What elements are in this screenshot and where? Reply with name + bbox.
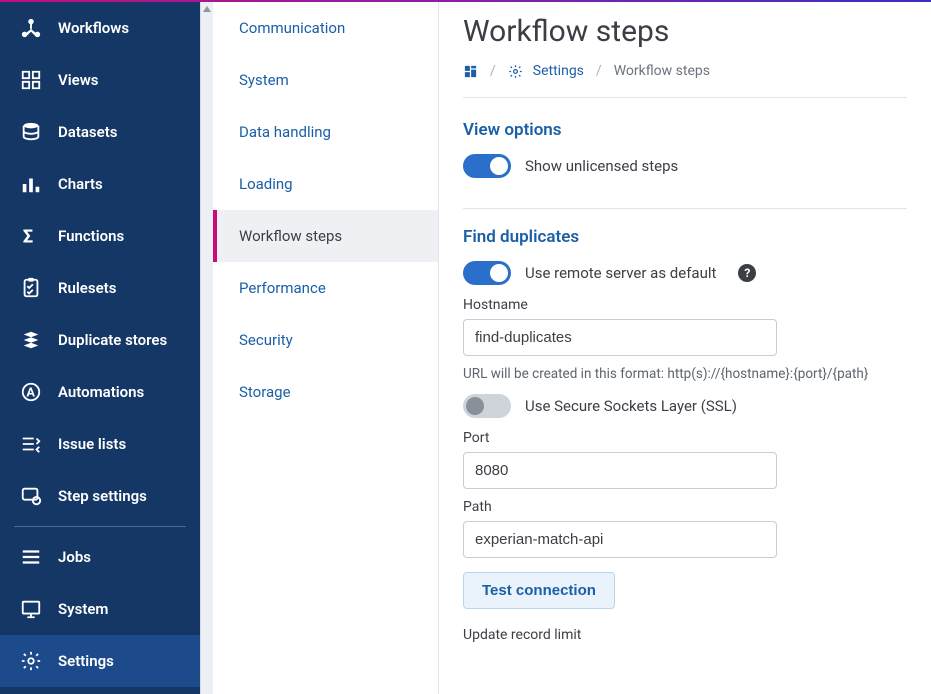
settings-tab-data-handling[interactable]: Data handling bbox=[213, 106, 438, 158]
sidebar-item-functions[interactable]: Σ Functions bbox=[0, 210, 200, 262]
issue-lists-icon bbox=[20, 433, 42, 455]
main-content: Workflow steps / Settings / Workflow ste… bbox=[439, 2, 931, 694]
sidebar-item-label: Charts bbox=[58, 175, 103, 193]
settings-tab-label: Storage bbox=[239, 383, 291, 401]
scroll-up-arrow-icon bbox=[203, 6, 211, 12]
gear-icon bbox=[508, 64, 523, 79]
charts-icon bbox=[20, 173, 42, 195]
settings-tab-label: Communication bbox=[239, 19, 345, 37]
sidebar-item-issue-lists[interactable]: Issue lists bbox=[0, 418, 200, 470]
toggle-ssl[interactable] bbox=[463, 394, 511, 418]
sidebar-item-automations[interactable]: A Automations bbox=[0, 366, 200, 418]
port-label: Port bbox=[463, 430, 907, 446]
sidebar-item-label: Issue lists bbox=[58, 435, 126, 453]
svg-text:Σ: Σ bbox=[23, 226, 33, 247]
settings-icon bbox=[20, 650, 42, 672]
sidebar-item-views[interactable]: Views bbox=[0, 54, 200, 106]
svg-text:A: A bbox=[26, 386, 35, 401]
system-icon bbox=[20, 598, 42, 620]
settings-tab-performance[interactable]: Performance bbox=[213, 262, 438, 314]
sidebar-item-step-settings[interactable]: Step settings bbox=[0, 470, 200, 522]
sidebar-item-label: Functions bbox=[58, 227, 124, 245]
views-icon bbox=[20, 69, 42, 91]
settings-tab-label: Performance bbox=[239, 279, 326, 297]
help-icon[interactable]: ? bbox=[738, 264, 756, 282]
functions-icon: Σ bbox=[20, 225, 42, 247]
path-input[interactable] bbox=[463, 521, 777, 558]
settings-tab-label: Security bbox=[239, 331, 293, 349]
settings-tab-label: Data handling bbox=[239, 123, 331, 141]
settings-tab-workflow-steps[interactable]: Workflow steps bbox=[213, 210, 438, 262]
automations-icon: A bbox=[20, 381, 42, 403]
secondary-sidebar: Communication System Data handling Loadi… bbox=[213, 2, 439, 694]
sidebar-item-label: Views bbox=[58, 71, 99, 89]
sidebar-item-label: Workflows bbox=[58, 19, 129, 37]
sidebar-item-label: Duplicate stores bbox=[58, 331, 167, 349]
toggle-show-unlicensed[interactable] bbox=[463, 154, 511, 178]
duplicate-stores-icon bbox=[20, 329, 42, 351]
primary-sidebar: Workflows Views Datasets Charts Σ Functi… bbox=[0, 2, 200, 694]
step-settings-icon bbox=[20, 485, 42, 507]
sidebar-item-workflows[interactable]: Workflows bbox=[0, 2, 200, 54]
breadcrumb-current: Workflow steps bbox=[614, 63, 710, 79]
sidebar-item-rulesets[interactable]: Rulesets bbox=[0, 262, 200, 314]
settings-tab-storage[interactable]: Storage bbox=[213, 366, 438, 418]
breadcrumb-separator: / bbox=[490, 63, 496, 79]
sidebar-divider bbox=[14, 526, 186, 527]
page-title: Workflow steps bbox=[463, 14, 907, 49]
section-title-view-options: View options bbox=[463, 120, 907, 140]
section-title-find-duplicates: Find duplicates bbox=[463, 227, 907, 247]
breadcrumb: / Settings / Workflow steps bbox=[463, 63, 907, 98]
sidebar-item-settings[interactable]: Settings bbox=[0, 635, 200, 687]
toggle-label-remote-default: Use remote server as default bbox=[525, 264, 716, 282]
workflows-icon bbox=[20, 17, 42, 39]
settings-tab-label: Loading bbox=[239, 175, 293, 193]
toggle-label-ssl: Use Secure Sockets Layer (SSL) bbox=[525, 397, 737, 415]
sidebar-item-label: Rulesets bbox=[58, 279, 116, 297]
test-connection-button[interactable]: Test connection bbox=[463, 572, 615, 609]
sidebar-item-charts[interactable]: Charts bbox=[0, 158, 200, 210]
sidebar-item-datasets[interactable]: Datasets bbox=[0, 106, 200, 158]
section-find-duplicates: Find duplicates Use remote server as def… bbox=[463, 227, 907, 643]
rulesets-icon bbox=[20, 277, 42, 299]
settings-tab-label: System bbox=[239, 71, 289, 89]
datasets-icon bbox=[20, 121, 42, 143]
hostname-label: Hostname bbox=[463, 297, 907, 313]
settings-tab-system[interactable]: System bbox=[213, 54, 438, 106]
settings-tab-security[interactable]: Security bbox=[213, 314, 438, 366]
dashboard-icon[interactable] bbox=[463, 64, 478, 79]
toggle-label-show-unlicensed: Show unlicensed steps bbox=[525, 157, 678, 175]
primary-sidebar-scrollbar[interactable] bbox=[200, 2, 213, 694]
toggle-remote-default[interactable] bbox=[463, 261, 511, 285]
sidebar-item-system[interactable]: System bbox=[0, 583, 200, 635]
sidebar-item-label: System bbox=[58, 600, 108, 618]
sidebar-item-label: Datasets bbox=[58, 123, 117, 141]
sidebar-item-label: Jobs bbox=[58, 548, 91, 566]
sidebar-item-label: Automations bbox=[58, 383, 144, 401]
url-format-hint: URL will be created in this format: http… bbox=[463, 366, 907, 382]
breadcrumb-settings-link[interactable]: Settings bbox=[533, 63, 584, 79]
settings-tab-communication[interactable]: Communication bbox=[213, 2, 438, 54]
breadcrumb-separator: / bbox=[596, 63, 602, 79]
section-view-options: View options Show unlicensed steps bbox=[463, 120, 907, 209]
path-label: Path bbox=[463, 499, 907, 515]
jobs-icon bbox=[20, 546, 42, 568]
sidebar-item-duplicate-stores[interactable]: Duplicate stores bbox=[0, 314, 200, 366]
hostname-input[interactable] bbox=[463, 319, 777, 356]
settings-tab-loading[interactable]: Loading bbox=[213, 158, 438, 210]
update-record-limit-label: Update record limit bbox=[463, 627, 907, 643]
sidebar-item-label: Settings bbox=[58, 652, 114, 670]
sidebar-item-jobs[interactable]: Jobs bbox=[0, 531, 200, 583]
port-input[interactable] bbox=[463, 452, 777, 489]
settings-tab-label: Workflow steps bbox=[239, 227, 342, 245]
sidebar-item-label: Step settings bbox=[58, 487, 147, 505]
